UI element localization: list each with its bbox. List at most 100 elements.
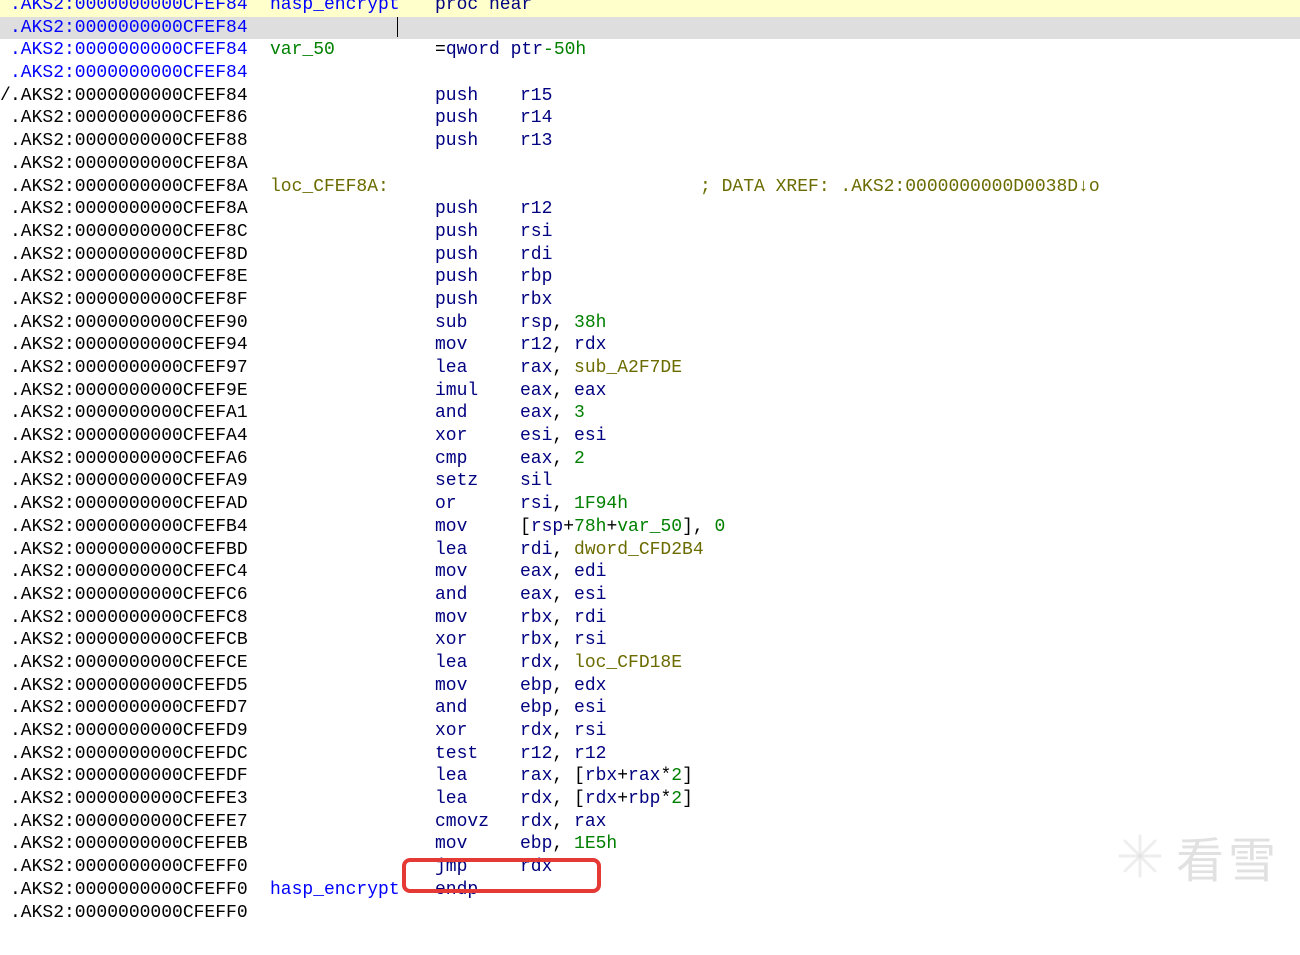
disasm-line[interactable]: .AKS2:0000000000CFEFD5movebp, edx — [0, 675, 1300, 698]
disasm-line[interactable]: .AKS2:0000000000CFEFF0hasp_encryptendp — [0, 879, 1300, 902]
disasm-line[interactable]: .AKS2:0000000000CFEF84var_50= qword ptr … — [0, 39, 1300, 62]
disasm-line[interactable]: .AKS2:0000000000CFEFF0jmprdx — [0, 856, 1300, 879]
operands[interactable]: ebp, 1E5h — [520, 833, 617, 856]
gutter — [0, 902, 10, 925]
operands[interactable]: rdx, loc_CFD18E — [520, 652, 682, 675]
xref-comment[interactable]: ; DATA XREF: .AKS2:0000000000D0038D↓o — [700, 176, 1100, 199]
operands[interactable]: rax, sub_A2F7DE — [520, 357, 682, 380]
operands[interactable]: rsp, 38h — [520, 312, 606, 335]
operands[interactable]: rbx, rdi — [520, 607, 606, 630]
operands[interactable]: rdi, dword_CFD2B4 — [520, 539, 704, 562]
operands[interactable]: rdx, rsi — [520, 720, 606, 743]
operands[interactable]: r12, rdx — [520, 334, 606, 357]
disasm-line[interactable]: .AKS2:0000000000CFEF90subrsp, 38h — [0, 312, 1300, 335]
operands[interactable]: rdi — [520, 244, 552, 267]
operands[interactable]: r14 — [520, 107, 552, 130]
gutter — [0, 266, 10, 289]
symbol[interactable]: loc_CFEF8A: — [270, 177, 389, 197]
mnemonic: mov — [435, 562, 467, 582]
disasm-line[interactable]: .AKS2:0000000000CFEFCBxorrbx, rsi — [0, 629, 1300, 652]
disasm-line[interactable]: .AKS2:0000000000CFEFCEleardx, loc_CFD18E — [0, 652, 1300, 675]
disasm-line[interactable]: .AKS2:0000000000CFEF84hasp_encryptproc n… — [0, 0, 1300, 17]
disasm-line[interactable]: .AKS2:0000000000CFEF84 — [0, 62, 1300, 85]
type: qword ptr — [446, 39, 543, 62]
disasm-line[interactable]: .AKS2:0000000000CFEF8Dpushrdi — [0, 244, 1300, 267]
operands[interactable]: eax, esi — [520, 584, 606, 607]
disasm-line[interactable]: .AKS2:0000000000CFEFE3leardx, [rdx+rbp*2… — [0, 788, 1300, 811]
disasm-line[interactable]: .AKS2:0000000000CFEFC8movrbx, rdi — [0, 607, 1300, 630]
operands[interactable]: esi, esi — [520, 425, 606, 448]
disasm-line[interactable]: .AKS2:0000000000CFEFA6cmpeax, 2 — [0, 448, 1300, 471]
operands[interactable]: eax, edi — [520, 561, 606, 584]
disasm-line[interactable]: .AKS2:0000000000CFEF84 — [0, 17, 1300, 40]
mnemonic: xor — [435, 721, 467, 741]
operands[interactable]: rax, [rbx+rax*2] — [520, 765, 693, 788]
disasm-line[interactable]: .AKS2:0000000000CFEF8A — [0, 153, 1300, 176]
operands[interactable]: r12 — [520, 198, 552, 221]
disasm-line[interactable]: .AKS2:0000000000CFEFF0 — [0, 902, 1300, 925]
operands[interactable]: rdx, rax — [520, 811, 606, 834]
disasm-line[interactable]: .AKS2:0000000000CFEFB4mov[rsp+78h+var_50… — [0, 516, 1300, 539]
disasm-line[interactable]: .AKS2:0000000000CFEFD9xorrdx, rsi — [0, 720, 1300, 743]
address: .AKS2:0000000000CFEF8D — [10, 244, 270, 267]
address: .AKS2:0000000000CFEF8E — [10, 266, 270, 289]
operands[interactable]: ebp, edx — [520, 675, 606, 698]
operands[interactable]: rbx — [520, 289, 552, 312]
disasm-line[interactable]: .AKS2:0000000000CFEF86pushr14 — [0, 107, 1300, 130]
disasm-line[interactable]: .AKS2:0000000000CFEF8Apushr12 — [0, 198, 1300, 221]
operands[interactable]: [rsp+78h+var_50], 0 — [520, 516, 725, 539]
disassembly-listing[interactable]: .AKS2:0000000000CFEF84.AKS2:0000000000CF… — [0, 0, 1300, 924]
disasm-line[interactable]: .AKS2:0000000000CFEFDCtestr12, r12 — [0, 743, 1300, 766]
address: .AKS2:0000000000CFEF9E — [10, 380, 270, 403]
disasm-line[interactable]: .AKS2:0000000000CFEF97learax, sub_A2F7DE — [0, 357, 1300, 380]
disasm-line[interactable]: .AKS2:0000000000CFEF9Eimuleax, eax — [0, 380, 1300, 403]
operands[interactable]: rsi, 1F94h — [520, 493, 628, 516]
gutter — [0, 289, 10, 312]
address: .AKS2:0000000000CFEF84 — [10, 17, 270, 40]
operands[interactable]: r13 — [520, 130, 552, 153]
symbol[interactable]: var_50 — [270, 40, 335, 60]
disasm-line[interactable]: .AKS2:0000000000CFEFDFlearax, [rbx+rax*2… — [0, 765, 1300, 788]
disasm-line[interactable]: .AKS2:0000000000CFEF8E push rbp — [0, 266, 1300, 289]
disasm-line[interactable]: .AKS2:0000000000CFEFD7andebp, esi — [0, 697, 1300, 720]
symbol[interactable]: hasp_encrypt — [270, 880, 400, 900]
operands[interactable]: rsi — [520, 221, 552, 244]
gutter — [0, 176, 10, 199]
mnemonic: push — [435, 267, 478, 287]
address: .AKS2:0000000000CFEF84 — [10, 39, 270, 62]
gutter — [0, 130, 10, 153]
operands[interactable]: eax, 2 — [520, 448, 585, 471]
disasm-line[interactable]: .AKS2:0000000000CFEFEBmovebp, 1E5h — [0, 833, 1300, 856]
operands[interactable]: eax, eax — [520, 380, 606, 403]
disasm-line[interactable]: .AKS2:0000000000CFEF88pushr13 — [0, 130, 1300, 153]
operands[interactable]: ebp, esi — [520, 697, 606, 720]
mnemonic: push — [435, 131, 478, 151]
operands[interactable]: eax, 3 — [520, 402, 585, 425]
operands[interactable]: rbx, rsi — [520, 629, 606, 652]
disasm-line[interactable]: .AKS2:0000000000CFEFA9setzsil — [0, 470, 1300, 493]
mnemonic: test — [435, 744, 478, 764]
disasm-line[interactable]: .AKS2:0000000000CFEFADorrsi, 1F94h — [0, 493, 1300, 516]
disasm-line[interactable]: .AKS2:0000000000CFEFA1andeax, 3 — [0, 402, 1300, 425]
disasm-line[interactable]: .AKS2:0000000000CFEFC6andeax, esi — [0, 584, 1300, 607]
disasm-line[interactable]: .AKS2:0000000000CFEFC4moveax, edi — [0, 561, 1300, 584]
disasm-line[interactable]: /.AKS2:0000000000CFEF84pushr15 — [0, 85, 1300, 108]
operands[interactable]: r15 — [520, 85, 552, 108]
mnemonic: push — [435, 199, 478, 219]
disasm-line[interactable]: .AKS2:0000000000CFEF94movr12, rdx — [0, 334, 1300, 357]
mnemonic: lea — [435, 358, 467, 378]
address: .AKS2:0000000000CFEFBD — [10, 539, 270, 562]
operands[interactable]: sil — [520, 470, 552, 493]
operands[interactable]: rbp — [520, 266, 552, 289]
operands[interactable]: r12, r12 — [520, 743, 606, 766]
disasm-line[interactable]: .AKS2:0000000000CFEF8Cpushrsi — [0, 221, 1300, 244]
disasm-line[interactable]: .AKS2:0000000000CFEFE7cmovzrdx, rax — [0, 811, 1300, 834]
disasm-line[interactable]: .AKS2:0000000000CFEFA4xoresi, esi — [0, 425, 1300, 448]
gutter — [0, 584, 10, 607]
disasm-line[interactable]: .AKS2:0000000000CFEF8Fpushrbx — [0, 289, 1300, 312]
disasm-line[interactable]: .AKS2:0000000000CFEFBDleardi, dword_CFD2… — [0, 539, 1300, 562]
operands[interactable]: rdx, [rdx+rbp*2] — [520, 788, 693, 811]
disasm-line[interactable]: .AKS2:0000000000CFEF8Aloc_CFEF8A:; DATA … — [0, 176, 1300, 199]
operands[interactable]: rdx — [520, 856, 552, 879]
symbol[interactable]: hasp_encrypt — [270, 0, 400, 15]
